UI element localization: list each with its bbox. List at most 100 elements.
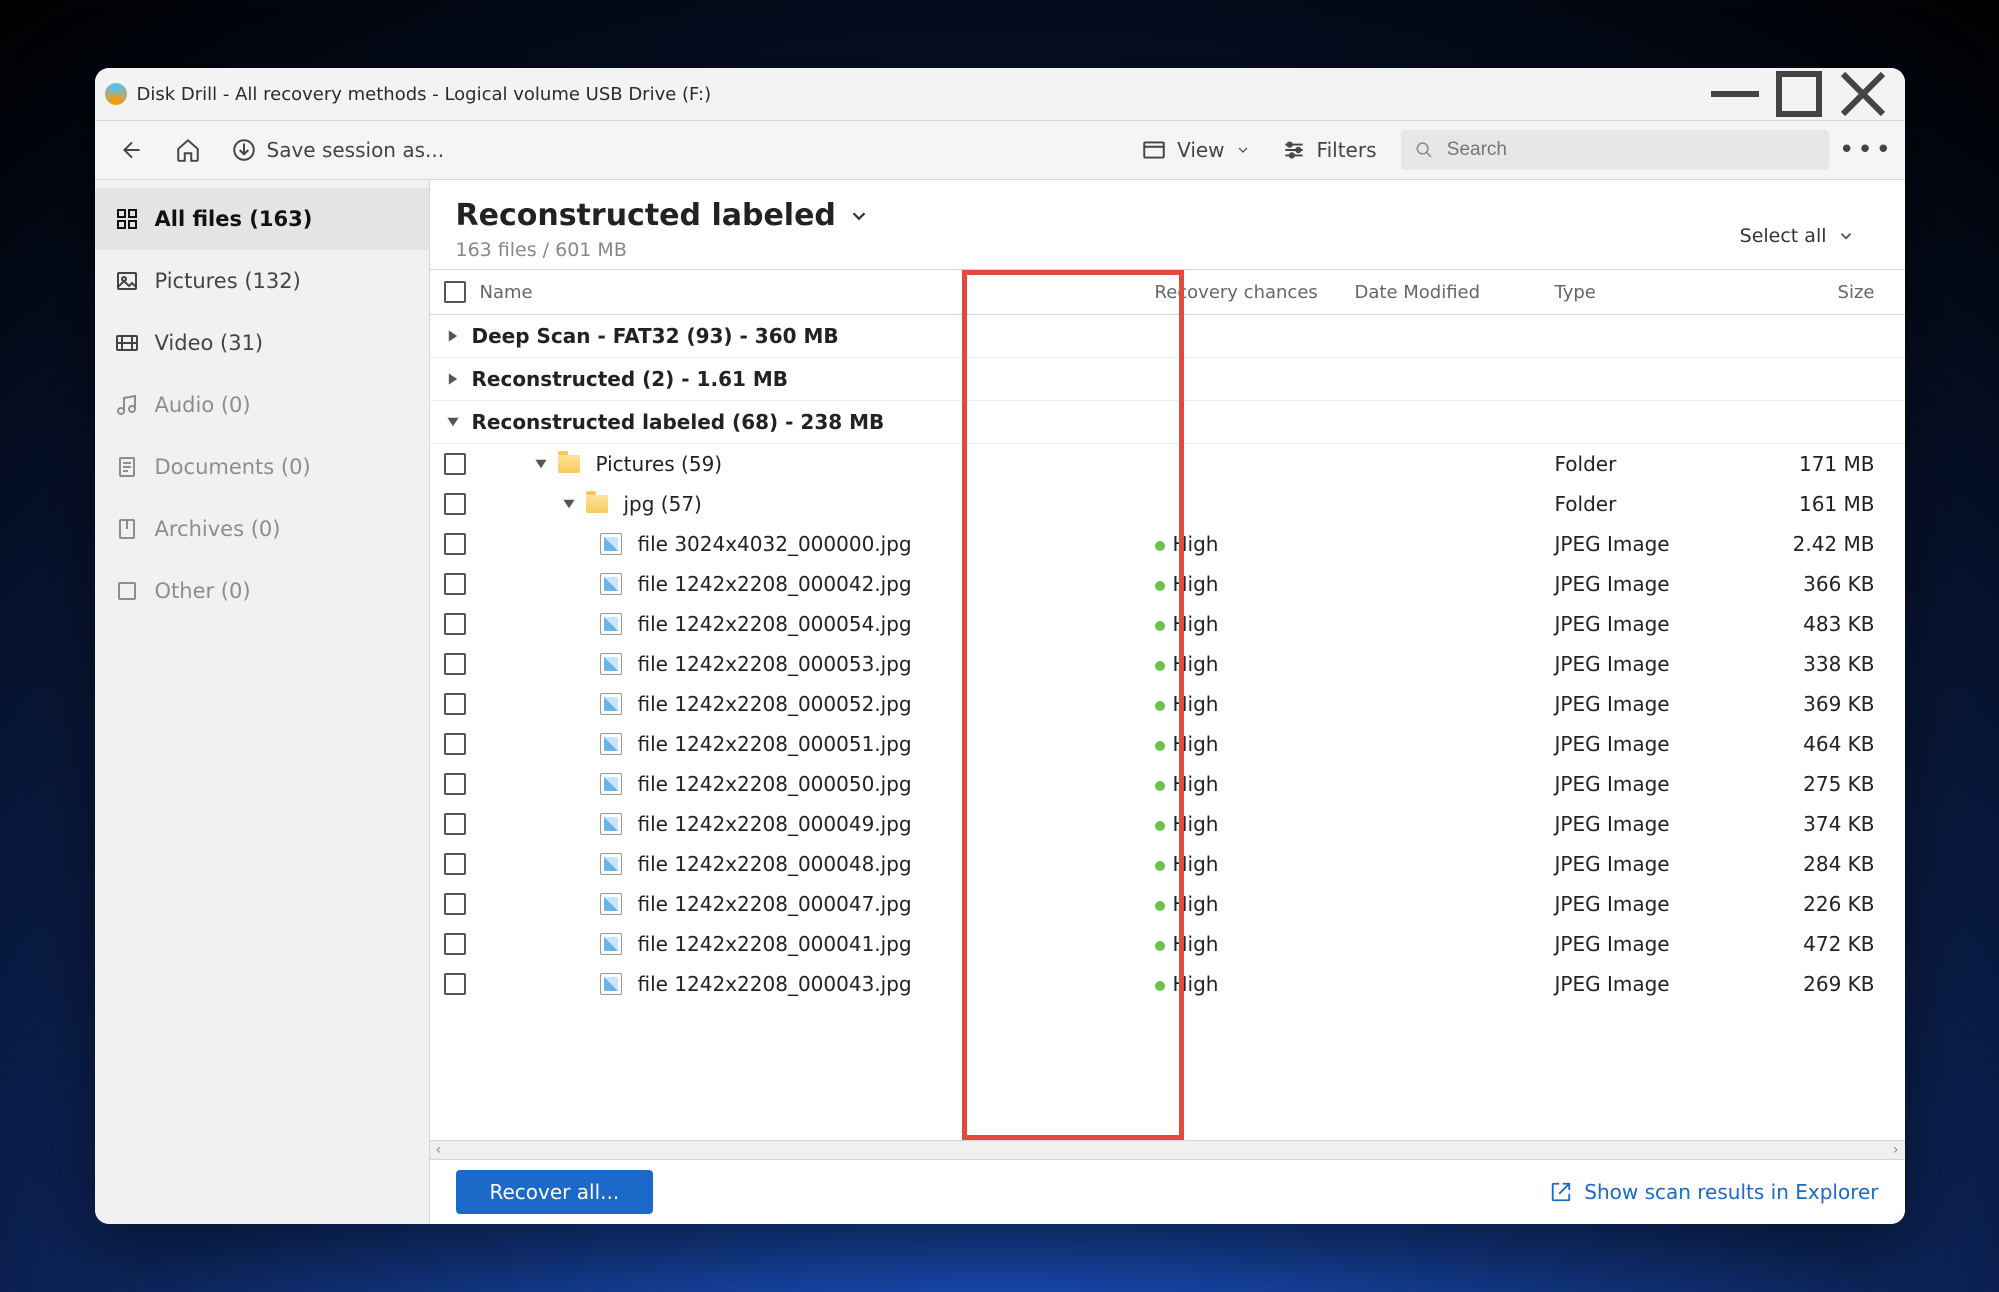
caret-down-icon[interactable] xyxy=(534,457,548,471)
file-row[interactable]: file 1242x2208_000052.jpgHighJPEG Image3… xyxy=(430,684,1905,724)
row-checkbox[interactable] xyxy=(444,933,466,955)
more-button[interactable]: ••• xyxy=(1847,135,1887,165)
sidebar-video[interactable]: Video (31) xyxy=(95,312,429,374)
column-header-name[interactable]: Name xyxy=(480,282,1155,303)
recovery-chance: High xyxy=(1173,652,1219,676)
recovery-chance: High xyxy=(1173,692,1219,716)
file-row[interactable]: file 1242x2208_000054.jpgHighJPEG Image4… xyxy=(430,604,1905,644)
image-file-icon xyxy=(600,853,622,875)
window-title: Disk Drill - All recovery methods - Logi… xyxy=(137,84,712,105)
file-row[interactable]: file 1242x2208_000051.jpgHighJPEG Image4… xyxy=(430,724,1905,764)
titlebar: Disk Drill - All recovery methods - Logi… xyxy=(95,68,1905,121)
row-checkbox[interactable] xyxy=(444,733,466,755)
folder-row[interactable]: jpg (57) Folder161 MB xyxy=(430,484,1905,524)
recover-all-button[interactable]: Recover all... xyxy=(456,1170,654,1214)
column-header-date[interactable]: Date Modified xyxy=(1355,282,1555,303)
video-icon xyxy=(115,331,139,355)
view-button[interactable]: View xyxy=(1135,133,1256,167)
minimize-button[interactable] xyxy=(1703,68,1767,120)
view-label: View xyxy=(1177,138,1224,162)
close-button[interactable] xyxy=(1831,68,1895,120)
sidebar-audio[interactable]: Audio (0) xyxy=(95,374,429,436)
picture-icon xyxy=(115,269,139,293)
file-row[interactable]: file 1242x2208_000043.jpgHighJPEG Image2… xyxy=(430,964,1905,1004)
app-icon xyxy=(105,83,127,105)
archive-icon xyxy=(115,517,139,541)
search-input[interactable] xyxy=(1445,138,1815,162)
row-checkbox[interactable] xyxy=(444,973,466,995)
sidebar-archives[interactable]: Archives (0) xyxy=(95,498,429,560)
sidebar-other[interactable]: Other (0) xyxy=(95,560,429,622)
row-checkbox[interactable] xyxy=(444,773,466,795)
table-wrap[interactable]: Name Recovery chances Date Modified Type… xyxy=(430,269,1905,1140)
file-row[interactable]: file 1242x2208_000049.jpgHighJPEG Image3… xyxy=(430,804,1905,844)
image-file-icon xyxy=(600,613,622,635)
file-size: 366 KB xyxy=(1735,572,1905,596)
folder-size: 171 MB xyxy=(1735,452,1905,476)
main-title-text: Reconstructed labeled xyxy=(456,198,836,233)
file-size: 284 KB xyxy=(1735,852,1905,876)
sidebar-documents[interactable]: Documents (0) xyxy=(95,436,429,498)
file-row[interactable]: file 1242x2208_000047.jpgHighJPEG Image2… xyxy=(430,884,1905,924)
column-header-recovery[interactable]: Recovery chances xyxy=(1155,282,1355,303)
chevron-down-icon xyxy=(1235,142,1251,158)
folder-type: Folder xyxy=(1555,492,1735,516)
group-row[interactable]: Reconstructed labeled (68) - 238 MB xyxy=(430,401,1905,444)
recovery-chance: High xyxy=(1173,532,1219,556)
file-row[interactable]: file 1242x2208_000048.jpgHighJPEG Image2… xyxy=(430,844,1905,884)
maximize-button[interactable] xyxy=(1767,68,1831,120)
file-type: JPEG Image xyxy=(1555,732,1735,756)
row-checkbox[interactable] xyxy=(444,573,466,595)
folder-name: jpg (57) xyxy=(624,492,702,516)
column-header-type[interactable]: Type xyxy=(1555,282,1735,303)
caret-right-icon[interactable] xyxy=(446,329,460,343)
file-row[interactable]: file 1242x2208_000050.jpgHighJPEG Image2… xyxy=(430,764,1905,804)
caret-down-icon[interactable] xyxy=(562,497,576,511)
group-row[interactable]: Deep Scan - FAT32 (93) - 360 MB xyxy=(430,315,1905,358)
back-button[interactable] xyxy=(113,133,151,167)
file-name: file 1242x2208_000048.jpg xyxy=(638,852,912,876)
row-checkbox[interactable] xyxy=(444,813,466,835)
group-row[interactable]: Reconstructed (2) - 1.61 MB xyxy=(430,358,1905,401)
folder-type: Folder xyxy=(1555,452,1735,476)
file-row[interactable]: file 3024x4032_000000.jpgHighJPEG Image2… xyxy=(430,524,1905,564)
file-size: 472 KB xyxy=(1735,932,1905,956)
row-checkbox[interactable] xyxy=(444,893,466,915)
row-checkbox[interactable] xyxy=(444,653,466,675)
row-checkbox[interactable] xyxy=(444,613,466,635)
home-button[interactable] xyxy=(169,133,207,167)
file-row[interactable]: file 1242x2208_000041.jpgHighJPEG Image4… xyxy=(430,924,1905,964)
file-row[interactable]: file 1242x2208_000053.jpgHighJPEG Image3… xyxy=(430,644,1905,684)
filters-button[interactable]: Filters xyxy=(1275,133,1383,167)
horizontal-scrollbar[interactable]: ‹› xyxy=(430,1140,1905,1159)
caret-down-icon[interactable] xyxy=(446,415,460,429)
show-in-explorer-button[interactable]: Show scan results in Explorer xyxy=(1550,1180,1878,1204)
search-box[interactable] xyxy=(1401,130,1829,170)
column-header-size[interactable]: Size xyxy=(1735,282,1905,303)
recovery-dot-icon xyxy=(1155,701,1165,711)
sidebar-all-files[interactable]: All files (163) xyxy=(95,188,429,250)
sidebar-item-label: Archives (0) xyxy=(155,517,281,541)
folder-size: 161 MB xyxy=(1735,492,1905,516)
folder-row[interactable]: Pictures (59)Folder171 MB xyxy=(430,444,1905,484)
file-type: JPEG Image xyxy=(1555,532,1735,556)
main-title-row[interactable]: Reconstructed labeled xyxy=(456,198,1879,233)
row-checkbox[interactable] xyxy=(444,693,466,715)
header-checkbox[interactable] xyxy=(444,281,466,303)
row-checkbox[interactable] xyxy=(444,453,466,475)
image-file-icon xyxy=(600,693,622,715)
recovery-chance: High xyxy=(1173,852,1219,876)
select-all-label: Select all xyxy=(1740,225,1827,247)
row-checkbox[interactable] xyxy=(444,853,466,875)
file-row[interactable]: file 1242x2208_000042.jpgHighJPEG Image3… xyxy=(430,564,1905,604)
caret-right-icon[interactable] xyxy=(446,372,460,386)
select-all-button[interactable]: Select all xyxy=(1740,225,1855,247)
row-checkbox[interactable] xyxy=(444,493,466,515)
sidebar-pictures[interactable]: Pictures (132) xyxy=(95,250,429,312)
recovery-chance: High xyxy=(1173,932,1219,956)
file-size: 226 KB xyxy=(1735,892,1905,916)
row-checkbox[interactable] xyxy=(444,533,466,555)
folder-icon xyxy=(558,455,580,473)
group-label: Reconstructed (2) - 1.61 MB xyxy=(472,367,789,391)
save-session-button[interactable]: Save session as... xyxy=(225,133,451,167)
